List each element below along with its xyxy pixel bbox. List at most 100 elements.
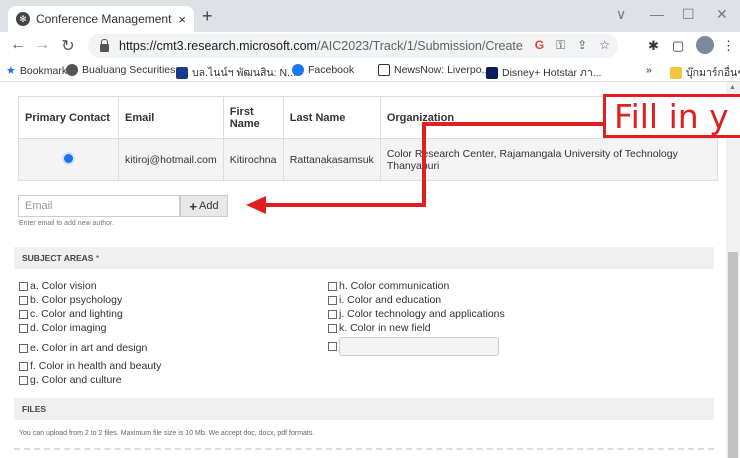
extensions-puzzle-icon[interactable]: ✱ xyxy=(648,38,659,54)
bookmark-item[interactable]: Disney+ Hotstar ภา... xyxy=(486,64,601,81)
checkbox-label: k. Color in new field xyxy=(339,322,431,334)
profile-avatar[interactable] xyxy=(696,36,714,54)
bookmark-item[interactable]: บล.ไนน์ฯ พัฒนสิน: N... xyxy=(176,64,296,81)
checkbox-label: a. Color vision xyxy=(30,280,97,292)
bookmark-label: Bualuang Securities... xyxy=(82,64,185,76)
forward-arrow-icon[interactable]: → xyxy=(32,36,52,54)
checkbox[interactable] xyxy=(19,375,28,385)
checkbox[interactable] xyxy=(19,323,28,333)
other-bookmarks[interactable]: บุ๊กมาร์กอื่นๆ xyxy=(670,64,740,81)
tab-search-icon[interactable]: ∨ xyxy=(616,6,626,23)
subject-checkbox-c[interactable]: c. Color and lighting xyxy=(19,308,123,320)
password-key-icon[interactable]: ⚿ xyxy=(556,38,565,53)
checkbox[interactable] xyxy=(328,309,337,319)
subject-checkbox-f[interactable]: f. Color in health and beauty xyxy=(19,360,161,372)
lock-icon xyxy=(100,39,109,52)
column-header: First Name xyxy=(222,96,284,139)
checkbox[interactable] xyxy=(328,342,337,351)
new-tab-button[interactable]: + xyxy=(202,7,213,25)
broker-logo-icon xyxy=(176,66,188,79)
checkbox[interactable] xyxy=(19,361,28,371)
checkbox-label: g. Color and culture xyxy=(30,374,122,386)
browser-toolbar: ← → ↻ https://cmt3.research.microsoft.co… xyxy=(0,32,740,60)
bookmarks-overflow-icon[interactable]: » xyxy=(646,64,652,76)
disney-hotstar-icon xyxy=(486,66,498,79)
share-icon[interactable]: ⇪ xyxy=(577,38,587,53)
globe-icon xyxy=(66,64,78,76)
organization-cell: Color Research Center, Rajamangala Unive… xyxy=(379,138,719,181)
close-window-button[interactable]: ✕ xyxy=(716,6,728,23)
tab-title: Conference Management Toolkit xyxy=(36,12,172,26)
page-scrollbar[interactable]: ▲ xyxy=(726,82,740,458)
subject-checkbox-h[interactable]: h. Color communication xyxy=(328,280,449,292)
reload-icon[interactable]: ↻ xyxy=(58,36,78,56)
column-header: Email xyxy=(118,96,224,139)
back-arrow-icon[interactable]: ← xyxy=(8,36,28,54)
checkbox-label: d. Color imaging xyxy=(30,322,107,334)
checkbox-label: f. Color in health and beauty xyxy=(30,360,162,372)
checkbox[interactable] xyxy=(328,295,337,305)
primary-contact-radio[interactable] xyxy=(62,151,75,165)
author-email-input[interactable]: Email xyxy=(18,195,180,217)
subject-checkbox-g[interactable]: g. Color and culture xyxy=(19,374,122,386)
minimize-window-button[interactable]: — xyxy=(650,6,664,22)
scrollbar-thumb[interactable] xyxy=(728,252,738,458)
required-mark: * xyxy=(95,253,100,263)
bookmark-item[interactable]: ★ Bookmarks xyxy=(6,64,73,78)
browser-tab[interactable]: ✻ Conference Management Toolkit × xyxy=(8,6,194,32)
last-name-cell: Rattanakasamsuk xyxy=(282,138,381,181)
url-host: https://cmt3.research.microsoft.com xyxy=(119,39,317,53)
column-header: Primary Contact xyxy=(18,96,119,139)
google-translate-icon[interactable]: G xyxy=(535,38,544,53)
email-cell: kitiroj@hotmail.com xyxy=(118,138,224,181)
checkbox[interactable] xyxy=(19,295,28,305)
subject-checkbox-j[interactable]: j. Color technology and applications xyxy=(328,308,505,320)
facebook-icon xyxy=(292,64,304,76)
email-hint-text: Enter email to add new author. xyxy=(19,220,114,227)
files-hint-text: You can upload from 2 to 2 files. Maximu… xyxy=(19,430,315,437)
tab-close-icon[interactable]: × xyxy=(178,12,186,27)
subject-areas-header: SUBJECT AREAS * xyxy=(14,247,714,269)
other-subject-input[interactable] xyxy=(339,337,499,356)
checkbox[interactable] xyxy=(328,281,337,291)
address-bar[interactable]: https://cmt3.research.microsoft.com/AIC2… xyxy=(88,34,618,58)
site-favicon-icon: ✻ xyxy=(16,12,30,26)
checkbox[interactable] xyxy=(19,343,28,353)
subject-checkbox-i[interactable]: i. Color and education xyxy=(328,294,441,306)
bookmark-label: Disney+ Hotstar ภา... xyxy=(502,67,602,79)
checkbox[interactable] xyxy=(19,309,28,319)
subject-checkbox-k[interactable]: k. Color in new field xyxy=(328,322,431,334)
subject-checkbox-other[interactable] xyxy=(328,342,339,351)
add-author-button[interactable]: + Add xyxy=(180,195,228,217)
maximize-window-button[interactable]: ☐ xyxy=(682,6,695,23)
first-name-cell: Kitirochna xyxy=(222,138,284,181)
url-path: /AIC2023/Track/1/Submission/Create xyxy=(316,39,523,53)
bookmark-label: Facebook xyxy=(308,64,355,76)
checkbox[interactable] xyxy=(328,323,337,333)
chrome-menu-icon[interactable]: ⋮ xyxy=(722,38,735,54)
bookmark-star-icon[interactable]: ☆ xyxy=(599,38,610,53)
section-title: SUBJECT AREAS xyxy=(22,253,94,263)
checkbox-label: b. Color psychology xyxy=(30,294,123,306)
add-button-label: Add xyxy=(199,200,219,212)
annotation-text: Fill in y xyxy=(614,97,729,136)
plus-icon: + xyxy=(189,198,197,214)
checkbox-label: i. Color and education xyxy=(339,294,442,306)
checkbox[interactable] xyxy=(19,281,28,291)
newsnow-icon xyxy=(378,64,390,76)
column-header: Last Name xyxy=(282,96,381,139)
subject-checkbox-a[interactable]: a. Color vision xyxy=(19,280,97,292)
side-panel-icon[interactable]: ▢ xyxy=(672,38,684,54)
bookmark-label: Bookmarks xyxy=(19,64,73,77)
bookmark-item[interactable]: NewsNow: Liverpo... xyxy=(378,64,490,76)
subject-checkbox-e[interactable]: e. Color in art and design xyxy=(19,342,147,354)
folder-icon xyxy=(670,66,682,79)
subject-checkbox-b[interactable]: b. Color psychology xyxy=(19,294,122,306)
table-row: kitiroj@hotmail.com Kitirochna Rattanaka… xyxy=(18,138,719,181)
scroll-up-arrow-icon[interactable]: ▲ xyxy=(729,84,736,91)
star-icon: ★ xyxy=(6,65,16,77)
file-drop-zone[interactable] xyxy=(14,448,714,458)
bookmark-item[interactable]: Facebook xyxy=(292,64,354,76)
bookmark-item[interactable]: Bualuang Securities... xyxy=(66,64,184,76)
subject-checkbox-d[interactable]: d. Color imaging xyxy=(19,322,106,334)
